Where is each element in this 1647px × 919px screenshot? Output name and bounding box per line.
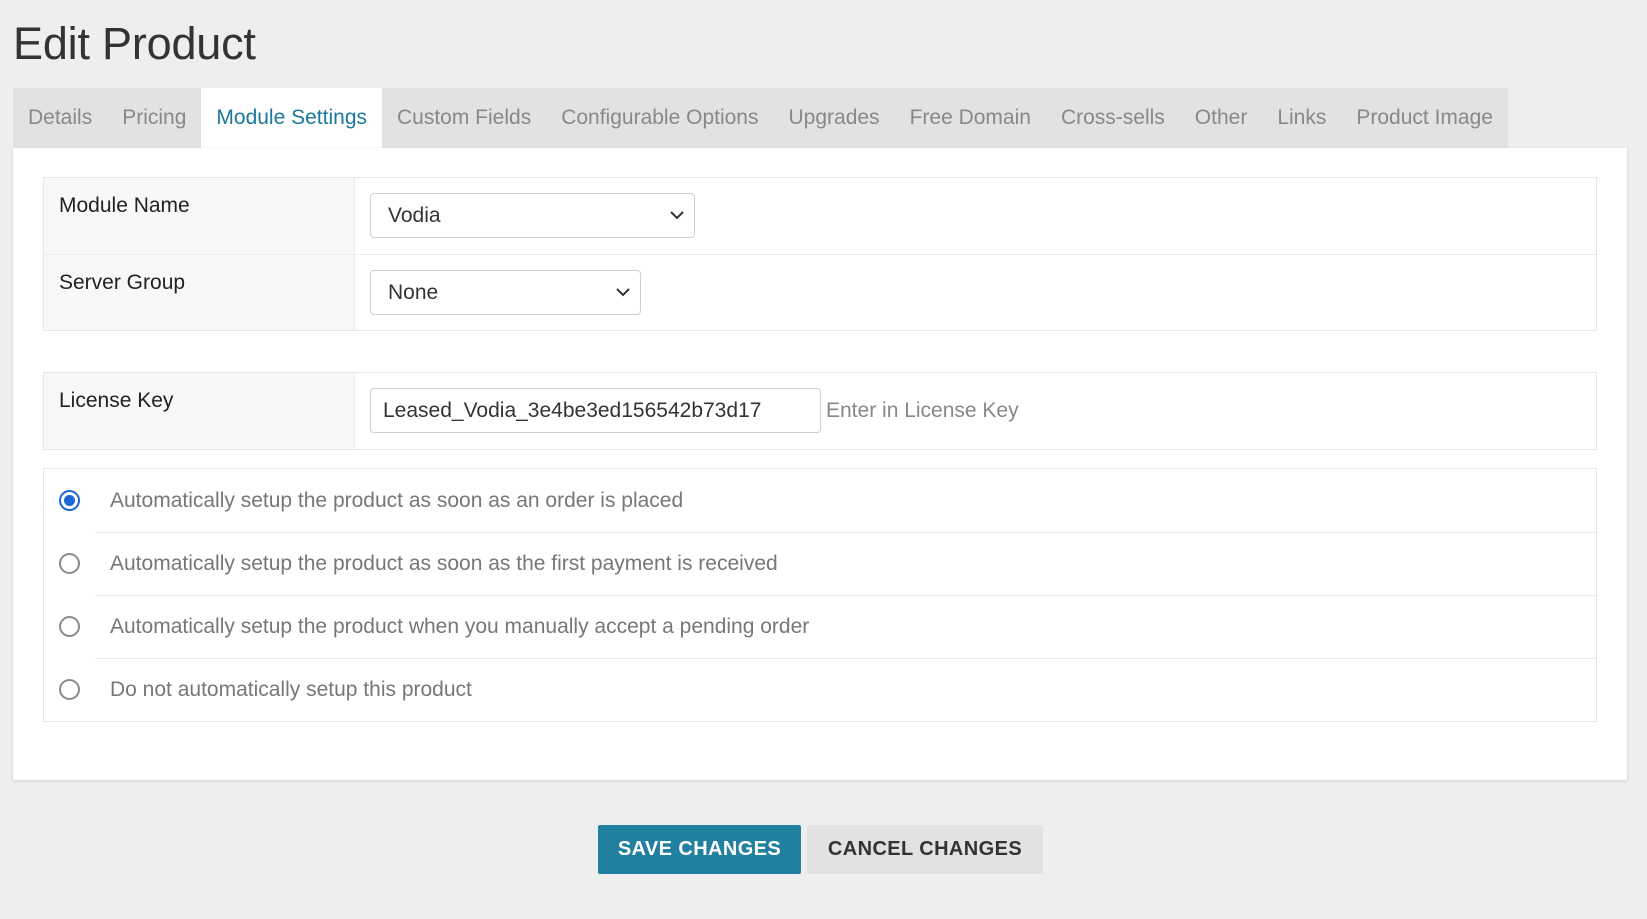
server-group-row: Server Group None — [44, 254, 1596, 330]
radio-button[interactable] — [59, 553, 80, 574]
license-table: License Key Leased_Vodia_3e4be3ed156542b… — [43, 372, 1597, 450]
page-title: Edit Product — [13, 18, 256, 69]
tab-free-domain[interactable]: Free Domain — [895, 88, 1046, 148]
tab-product-image[interactable]: Product Image — [1341, 88, 1508, 148]
license-key-label: License Key — [44, 373, 355, 449]
chevron-down-icon — [616, 271, 630, 297]
chevron-down-icon — [670, 194, 684, 220]
tab-configurable-options[interactable]: Configurable Options — [546, 88, 773, 148]
setup-option-label: Do not automatically setup this product — [110, 678, 472, 701]
setup-option-first-payment[interactable]: Automatically setup the product as soon … — [44, 532, 1596, 595]
module-name-select[interactable]: Vodia — [370, 193, 695, 238]
setup-option-label: Automatically setup the product as soon … — [110, 552, 778, 575]
module-name-value: Vodia — [388, 204, 441, 227]
tab-details[interactable]: Details — [13, 88, 107, 148]
tab-pricing[interactable]: Pricing — [107, 88, 201, 148]
tab-upgrades[interactable]: Upgrades — [774, 88, 895, 148]
tab-cross-sells[interactable]: Cross-sells — [1046, 88, 1180, 148]
setup-option-label: Automatically setup the product as soon … — [110, 489, 684, 512]
setup-option-manual-accept[interactable]: Automatically setup the product when you… — [44, 595, 1596, 658]
license-key-hint: Enter in License Key — [826, 399, 1019, 422]
cancel-changes-button[interactable]: CANCEL CHANGES — [807, 825, 1043, 874]
radio-button[interactable] — [59, 679, 80, 700]
license-key-input[interactable]: Leased_Vodia_3e4be3ed156542b73d17 — [370, 388, 821, 433]
tab-other[interactable]: Other — [1180, 88, 1263, 148]
tab-module-settings[interactable]: Module Settings — [201, 88, 382, 148]
radio-button[interactable] — [59, 616, 80, 637]
setup-option-label: Automatically setup the product when you… — [110, 615, 810, 638]
server-group-label: Server Group — [44, 255, 355, 330]
radio-button[interactable] — [59, 490, 80, 511]
module-name-row: Module Name Vodia — [44, 178, 1596, 254]
setup-option-order-placed[interactable]: Automatically setup the product as soon … — [44, 469, 1596, 532]
module-settings-panel: Module Name Vodia Server Group None Lice… — [13, 148, 1627, 780]
module-config-table: Module Name Vodia Server Group None — [43, 177, 1597, 331]
save-changes-button[interactable]: SAVE CHANGES — [598, 825, 801, 874]
tab-links[interactable]: Links — [1262, 88, 1341, 148]
setup-options-list: Automatically setup the product as soon … — [43, 468, 1597, 722]
server-group-select[interactable]: None — [370, 270, 641, 315]
tab-custom-fields[interactable]: Custom Fields — [382, 88, 546, 148]
setup-option-no-auto[interactable]: Do not automatically setup this product — [44, 658, 1596, 721]
edit-product-page: Edit Product Details Pricing Module Sett… — [0, 0, 1647, 919]
tab-bar: Details Pricing Module Settings Custom F… — [13, 88, 1508, 148]
license-key-row: License Key Leased_Vodia_3e4be3ed156542b… — [44, 373, 1596, 449]
module-name-label: Module Name — [44, 178, 355, 254]
server-group-value: None — [388, 281, 439, 304]
